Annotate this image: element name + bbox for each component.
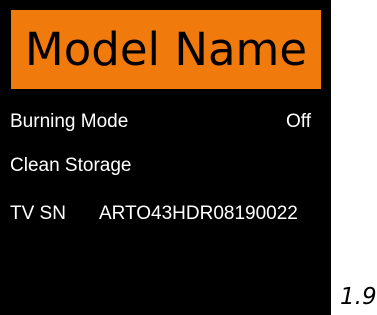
tv-sn-value: ARTO43HDR08190022 (98, 203, 298, 224)
menu-item-burning-mode[interactable]: Burning Mode Off (10, 106, 322, 138)
factory-menu-panel: Model Name Burning Mode Off Clean Storag… (0, 0, 331, 315)
clean-storage-label: Clean Storage (10, 155, 132, 176)
screen: Model Name Burning Mode Off Clean Storag… (0, 0, 377, 315)
version-label: 1.9 (340, 284, 377, 310)
burning-mode-label: Burning Mode (10, 111, 129, 132)
model-name-header: Model Name (11, 10, 321, 89)
menu-item-tv-sn: TV SN ARTO43HDR08190022 (10, 198, 322, 230)
tv-sn-label: TV SN (10, 203, 66, 224)
burning-mode-value: Off (286, 111, 311, 132)
menu-item-clean-storage[interactable]: Clean Storage (10, 150, 322, 182)
model-name-title: Model Name (24, 23, 308, 76)
